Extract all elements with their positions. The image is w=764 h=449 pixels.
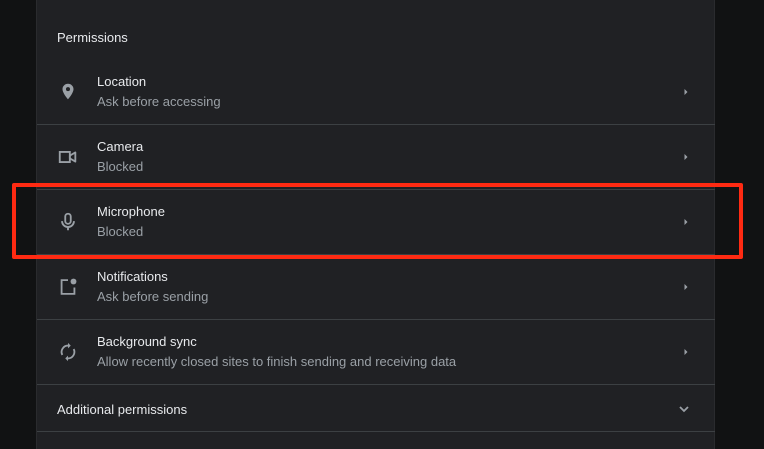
chevron-right-icon <box>684 349 688 355</box>
chevron-right-icon <box>684 284 688 290</box>
permissions-card: Permissions Location Ask before accessin… <box>36 0 715 449</box>
sync-icon <box>57 341 79 363</box>
permission-label: Location <box>97 74 147 89</box>
additional-permissions-label: Additional permissions <box>57 402 188 417</box>
additional-permissions-expander[interactable]: Additional permissions <box>37 384 715 432</box>
settings-page: Permissions Location Ask before accessin… <box>0 0 764 449</box>
permission-row-microphone[interactable]: Microphone Blocked <box>37 189 715 253</box>
permission-row-location[interactable]: Location Ask before accessing <box>37 60 715 124</box>
location-pin-icon <box>57 81 79 103</box>
chevron-right-icon <box>684 89 688 95</box>
permissions-heading: Permissions <box>57 30 128 45</box>
permission-label: Camera <box>97 139 144 154</box>
permission-status: Blocked <box>97 224 144 239</box>
microphone-icon <box>57 211 79 233</box>
permission-label: Microphone <box>97 204 165 219</box>
permission-row-notifications[interactable]: Notifications Ask before sending <box>37 254 715 318</box>
notifications-icon <box>57 276 79 298</box>
chevron-down-icon <box>679 406 689 413</box>
permission-status: Allow recently closed sites to finish se… <box>97 354 457 369</box>
chevron-right-icon <box>684 154 688 160</box>
permission-status: Blocked <box>97 159 144 174</box>
permission-row-background-sync[interactable]: Background sync Allow recently closed si… <box>37 319 715 383</box>
permission-status: Ask before sending <box>97 289 209 304</box>
permission-status: Ask before accessing <box>97 94 221 109</box>
permission-label: Notifications <box>97 269 168 284</box>
permission-label: Background sync <box>97 334 197 349</box>
permission-row-camera[interactable]: Camera Blocked <box>37 124 715 188</box>
chevron-right-icon <box>684 219 688 225</box>
camera-icon <box>57 146 79 168</box>
